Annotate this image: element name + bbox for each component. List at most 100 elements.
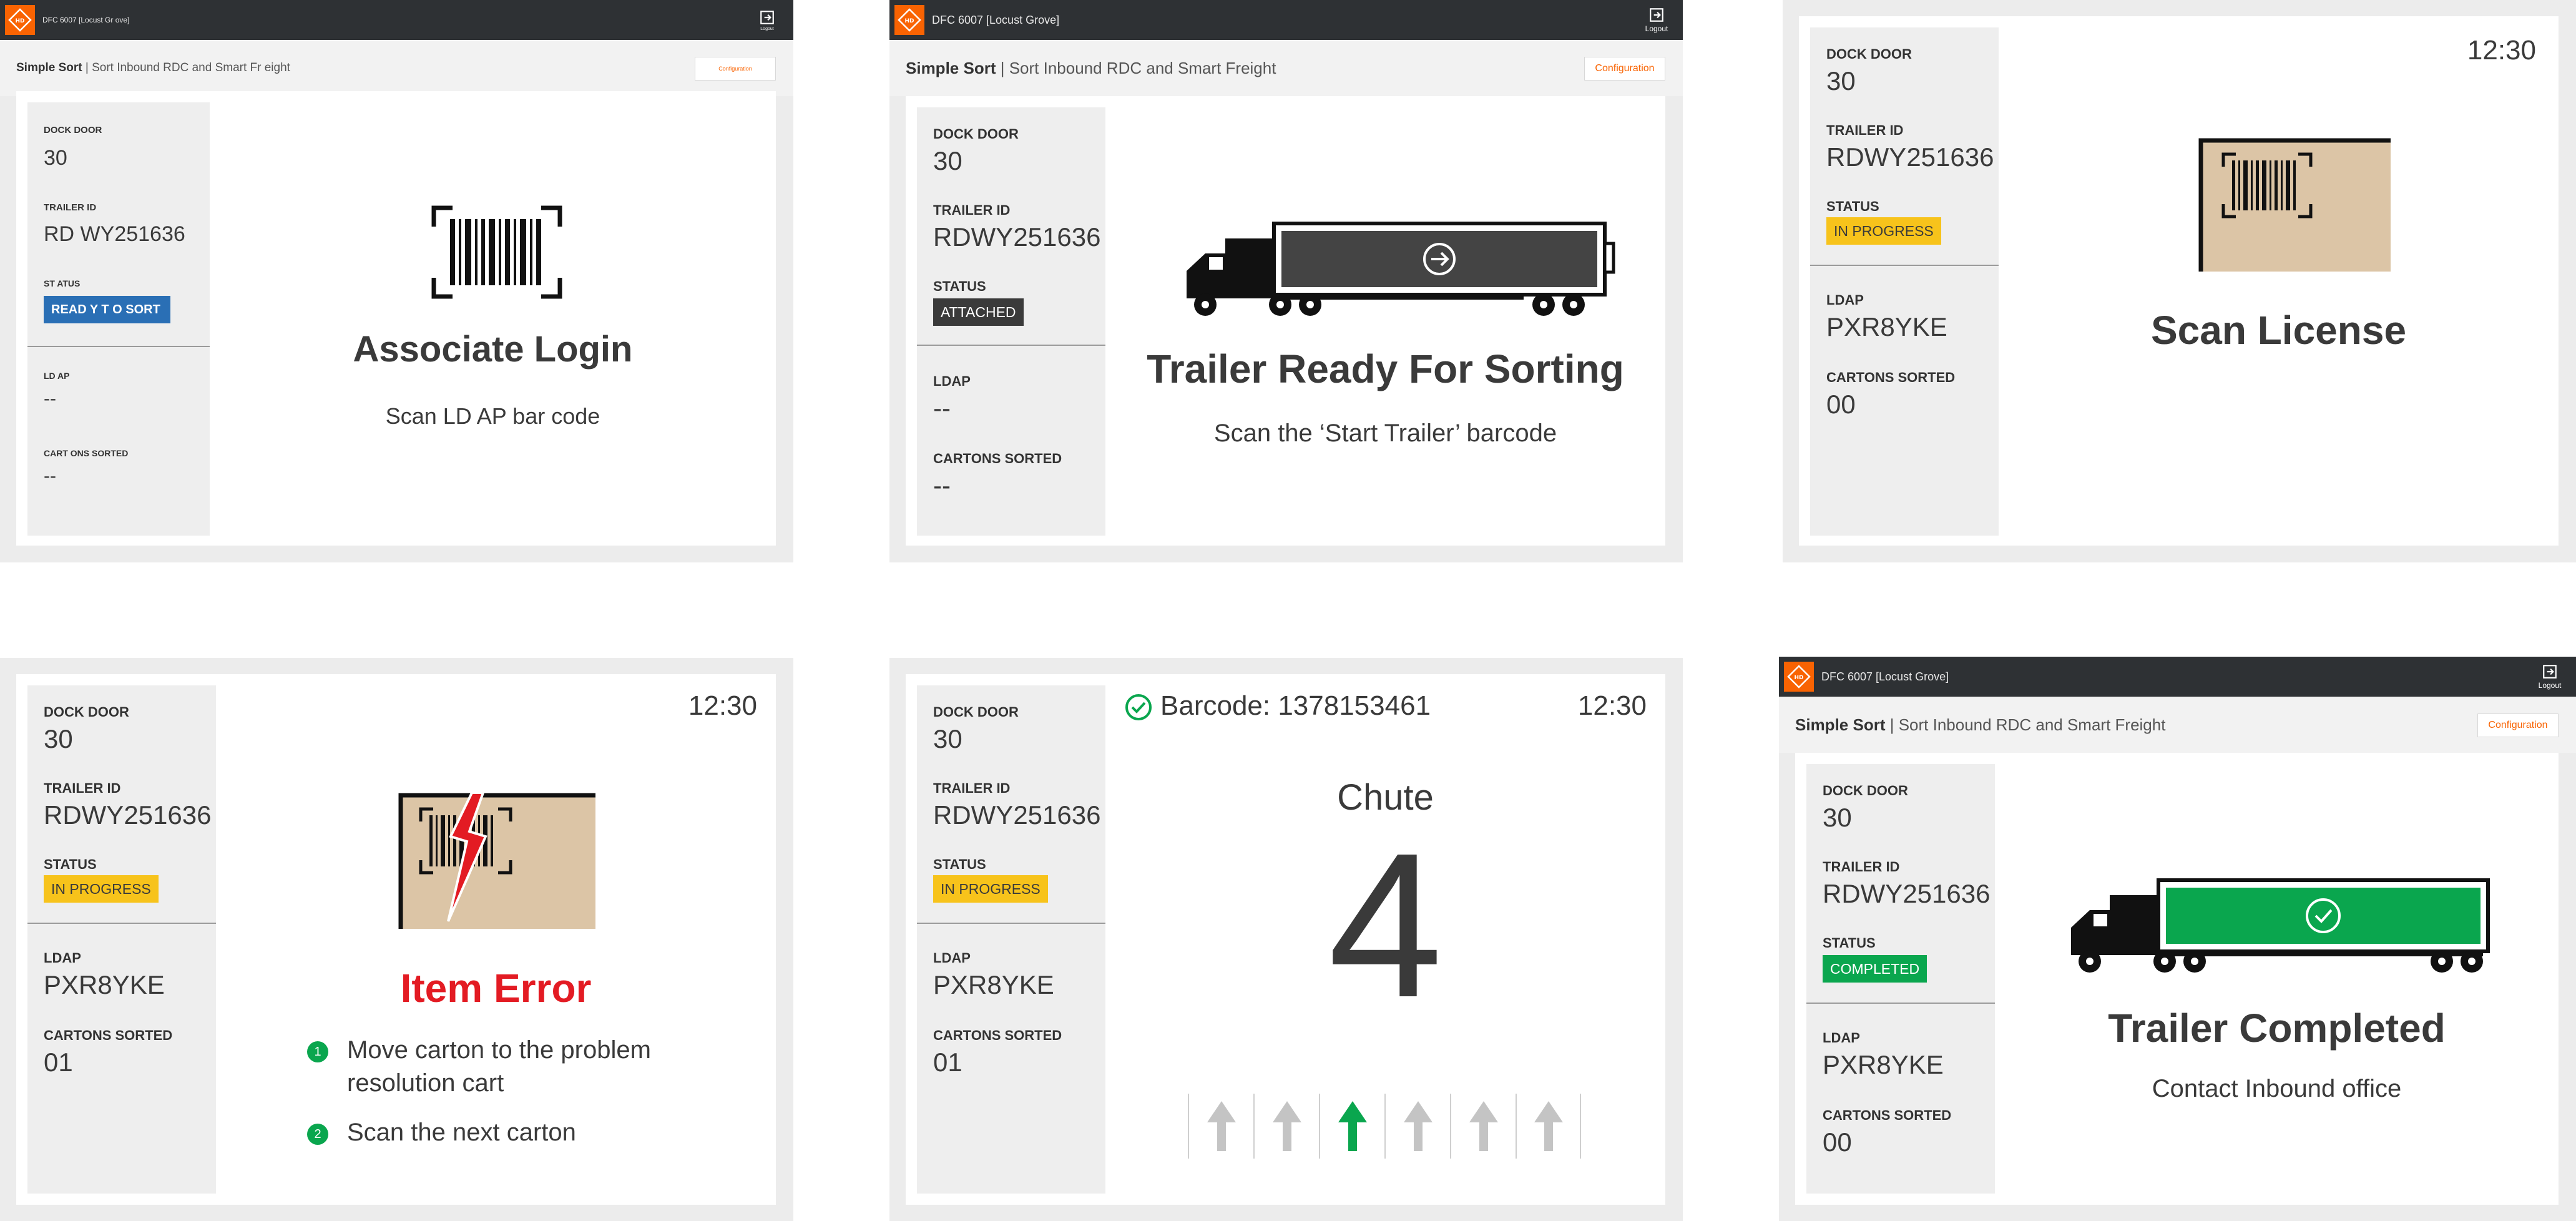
trailer-info-sidebar: DOCK DOOR 30 TRAILER ID RD WY251636 ST A… [27,102,210,536]
logout-button[interactable]: Logout [750,4,785,36]
screen-chute-assignment: DOCK DOOR 30 TRAILER ID RDWY251636 STATU… [889,658,1683,1221]
chute-arrow-5 [1450,1094,1516,1159]
logout-icon [760,10,774,24]
status-label: STATUS [933,278,986,294]
app-bar: HD DFC 6007 [Locust Grove] Logout [1779,657,2576,697]
arrow-up-icon [1534,1101,1563,1151]
ldap-label: LDAP [44,950,81,966]
item-error-icon [398,792,598,931]
main-card: DOCK DOOR 30 TRAILER ID RD WY251636 ST A… [16,91,776,546]
dock-door-value: 30 [933,724,962,753]
main-card: DOCK DOOR 30 TRAILER ID RDWY251636 STATU… [906,674,1665,1205]
dock-door-value: 30 [933,146,962,175]
chute-arrow-3-active [1319,1094,1384,1159]
app-bar: HD DFC 6007 [Locust Grove] Logout [889,0,1683,40]
screen-title: Scan License [2150,308,2407,353]
dock-door-value: 30 [44,146,67,170]
dock-door-label: DOCK DOOR [44,125,102,135]
screen-title: Associate Login [353,329,633,370]
trailer-id-label: TRAILER ID [933,780,1011,796]
clock: 12:30 [1577,690,1647,721]
chute-number: 4 [1328,810,1443,1040]
brand-logo: HD [5,5,35,35]
sidebar-divider [917,345,1105,346]
trailer-id-label: TRAILER ID [44,780,121,796]
barcode-icon [431,205,562,299]
cartons-sorted-value: 01 [933,1047,962,1077]
dock-door-value: 30 [44,724,73,753]
cartons-sorted-label: CARTONS SORTED [1823,1107,1952,1123]
ldap-value: -- [933,393,951,423]
arrow-up-icon [1272,1101,1301,1151]
chute-arrow-4 [1384,1094,1450,1159]
ldap-label: LDAP [1826,292,1864,308]
app-description: | Sort Inbound RDC and Smart Freight [1889,715,2166,734]
chute-position-indicator [1188,1094,1581,1159]
clock: 12:30 [2467,35,2536,66]
logout-icon [1650,8,1663,22]
trailer-info-sidebar: DOCK DOOR 30 TRAILER ID RDWY251636 STATU… [27,685,216,1194]
trailer-id-label: TRAILER ID [933,202,1011,218]
logout-label: Logout [1645,24,1668,33]
dock-door-label: DOCK DOOR [1823,783,1908,798]
ldap-value: -- [44,388,56,409]
ldap-value: PXR8YKE [1826,312,1947,341]
cartons-sorted-value: 00 [1823,1127,1852,1157]
dock-door-value: 30 [1823,803,1852,832]
app-description: | Sort Inbound RDC and Smart Fr eight [85,61,290,74]
scanned-barcode: Barcode: 1378153461 [1160,690,1431,721]
status-badge: ATTACHED [933,298,1024,326]
status-badge: COMPLETED [1823,955,1927,983]
status-badge: IN PROGRESS [933,875,1048,903]
step-1-line-2: resolution cart [347,1069,504,1097]
trailer-id-label: TRAILER ID [1823,859,1900,875]
logout-label: Logout [760,26,774,31]
truck-completed-icon [2065,878,2495,978]
trailer-info-sidebar: DOCK DOOR 30 TRAILER ID RDWY251636 STATU… [917,685,1105,1194]
logout-button[interactable]: Logout [1639,4,1674,36]
cartons-sorted-label: CARTONS SORTED [933,451,1062,466]
dock-door-label: DOCK DOOR [933,126,1019,142]
screen-item-error: DOCK DOOR 30 TRAILER ID RDWY251636 STATU… [0,658,793,1221]
arrow-up-icon [1403,1101,1432,1151]
svg-text:HD: HD [1794,675,1803,681]
store-title: DFC 6007 [Locust Gr ove] [42,16,130,24]
trailer-info-sidebar: DOCK DOOR 30 TRAILER ID RDWY251636 STATU… [917,107,1105,536]
trailer-id-value: RDWY251636 [1823,879,1991,908]
status-label: STATUS [1823,935,1876,951]
chute-arrow-2 [1253,1094,1319,1159]
trailer-id-value: RDWY251636 [933,222,1101,252]
trailer-id-value: RDWY251636 [933,800,1101,830]
status-badge: READ Y T O SORT [44,296,170,323]
trailer-id-label: TRAILER ID [44,202,97,213]
status-badge: IN PROGRESS [44,875,159,903]
status-badge: IN PROGRESS [1826,217,1941,245]
cartons-sorted-value: 01 [44,1047,73,1077]
arrow-up-icon [1469,1101,1498,1151]
store-title: DFC 6007 [Locust Grove] [1821,670,1949,683]
dock-door-label: DOCK DOOR [44,704,129,720]
check-circle-icon [1124,693,1153,722]
configuration-button[interactable]: Configuration [695,57,776,81]
subheader: Simple Sort | Sort Inbound RDC and Smart… [889,40,1683,96]
sidebar-divider [27,346,210,347]
logout-button[interactable]: Logout [2532,660,2567,693]
configuration-button[interactable]: Configuration [1584,57,1665,81]
subheader-title: Simple Sort | Sort Inbound RDC and Smart… [16,40,290,96]
trailer-id-value: RDWY251636 [1826,142,1994,172]
configuration-button[interactable]: Configuration [2477,713,2559,737]
step-2-line-1: Scan the next carton [347,1119,576,1146]
screen-trailer-completed: HD DFC 6007 [Locust Grove] Logout Simple… [1779,657,2576,1221]
trailer-id-value: RD WY251636 [44,222,185,246]
logout-label: Logout [2538,681,2562,690]
ldap-label: LD AP [44,371,70,381]
app-name: Simple Sort [1795,715,1886,734]
ldap-label: LDAP [1823,1030,1860,1046]
brand-logo: HD [894,5,924,35]
app-name: Simple Sort [16,61,82,74]
sidebar-divider [917,923,1105,924]
ldap-value: PXR8YKE [44,970,165,999]
status-label: ST ATUS [44,278,81,288]
main-card: DOCK DOOR 30 TRAILER ID RDWY251636 STATU… [906,96,1665,546]
cartons-sorted-label: CARTONS SORTED [44,1027,173,1043]
